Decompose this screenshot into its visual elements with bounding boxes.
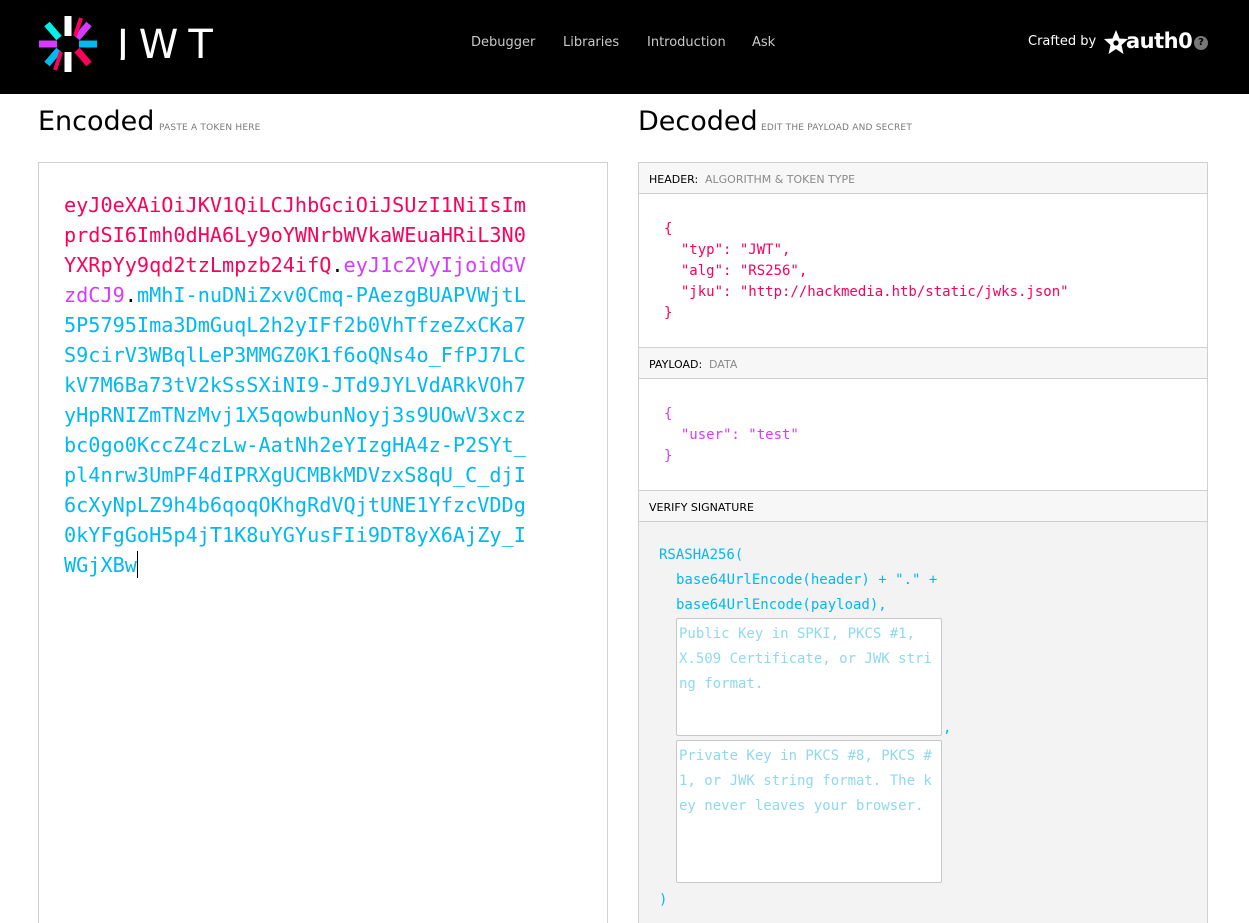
payload-sublabel: DATA xyxy=(709,358,738,371)
top-navbar: JWT Debugger Libraries Introduction Ask … xyxy=(0,0,1249,94)
header-label: HEADER: xyxy=(649,173,699,186)
verify-label: VERIFY SIGNATURE xyxy=(649,501,754,514)
jwt-wordmark[interactable]: JWT xyxy=(117,26,221,60)
encoded-token-editor[interactable]: eyJ0eXAiOiJKV1QiLCJhbGciOiJSUzI1NiIsImpr… xyxy=(38,162,608,923)
token-dot: . xyxy=(331,253,344,277)
verify-function: RSASHA256( xyxy=(659,547,744,563)
private-key-input[interactable] xyxy=(676,740,942,883)
verify-close-paren: ) xyxy=(659,892,668,908)
encoded-title: Encoded xyxy=(38,106,155,137)
token-signature-part: mMhI-nuDNiZxv0Cmq-PAezgBUAPVWjtL5P5795Im… xyxy=(64,283,526,577)
text-caret xyxy=(136,551,138,578)
token-dot: . xyxy=(124,283,137,307)
token-text[interactable]: eyJ0eXAiOiJKV1QiLCJhbGciOiJSUzI1NiIsImpr… xyxy=(64,190,534,580)
jwt-logo-icon[interactable] xyxy=(37,14,99,74)
verify-signature-body: RSASHA256( base64UrlEncode(header) + "."… xyxy=(639,522,1207,923)
payload-json-editor[interactable]: { "user": "test" } xyxy=(639,379,1207,491)
nav-ask[interactable]: Ask xyxy=(752,35,775,50)
verify-line-header: base64UrlEncode(header) + "." + xyxy=(676,572,938,588)
auth0-wordmark[interactable]: auth0 xyxy=(1126,29,1193,53)
header-section-title: HEADER: ALGORITHM & TOKEN TYPE xyxy=(639,163,1207,194)
public-key-input[interactable] xyxy=(676,618,942,736)
nav-introduction[interactable]: Introduction xyxy=(647,35,726,50)
verify-comma: , xyxy=(943,720,952,736)
decoded-subtitle: EDIT THE PAYLOAD AND SECRET xyxy=(761,123,913,133)
help-icon[interactable]: ? xyxy=(1194,36,1208,50)
decoded-title: Decoded xyxy=(638,106,758,137)
header-json[interactable]: { "typ": "JWT", "alg": "RS256", "jku": "… xyxy=(664,219,1069,324)
encoded-subtitle: PASTE A TOKEN HERE xyxy=(159,123,261,133)
verify-line-payload: base64UrlEncode(payload), xyxy=(676,597,887,613)
header-sublabel: ALGORITHM & TOKEN TYPE xyxy=(705,173,856,186)
header-json-editor[interactable]: { "typ": "JWT", "alg": "RS256", "jku": "… xyxy=(639,194,1207,348)
nav-debugger[interactable]: Debugger xyxy=(471,35,535,50)
crafted-by-label: Crafted by xyxy=(1028,34,1097,49)
verify-section-title: VERIFY SIGNATURE xyxy=(639,491,1207,522)
decoded-panel: HEADER: ALGORITHM & TOKEN TYPE { "typ": … xyxy=(638,162,1208,923)
brand-text: JWT xyxy=(117,26,221,60)
payload-label: PAYLOAD: xyxy=(649,358,703,371)
payload-json[interactable]: { "user": "test" } xyxy=(664,404,799,467)
payload-section-title: PAYLOAD: DATA xyxy=(639,348,1207,379)
nav-libraries[interactable]: Libraries xyxy=(563,35,619,50)
